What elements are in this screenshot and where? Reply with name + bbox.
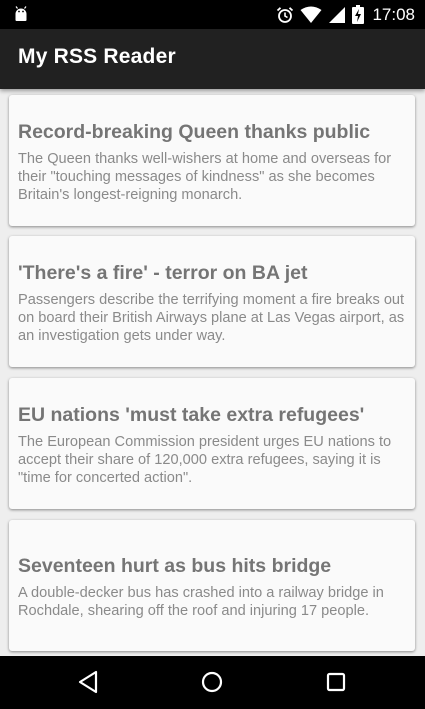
status-time: 17:08 [372, 4, 415, 24]
android-icon [15, 6, 27, 21]
wifi-icon [300, 6, 322, 23]
feed-item-title: Seventeen hurt as bus hits bridge [18, 555, 332, 577]
feed-list[interactable]: Record-breaking Queen thanks public The … [0, 89, 425, 656]
status-icons: 17:08 [276, 0, 415, 29]
feed-item-title: EU nations 'must take extra refugees' [18, 404, 365, 426]
feed-item-description: The Queen thanks well-wishers at home an… [18, 151, 392, 203]
feed-item-description: Passengers describe the terrifying momen… [18, 292, 405, 344]
feed-item[interactable]: Record-breaking Queen thanks public The … [9, 95, 415, 226]
navigation-bar [0, 656, 425, 709]
feed-item[interactable]: 'There's a fire' - terror on BA jet Pass… [9, 236, 415, 367]
home-icon[interactable] [199, 669, 225, 695]
status-bar: 17:08 [0, 0, 425, 29]
feed-item-description: The European Commission president urges … [18, 434, 392, 486]
battery-charging-icon [352, 5, 365, 24]
cell-signal-icon [329, 6, 346, 23]
app-title: My RSS Reader [18, 45, 176, 68]
feed-item-title: Record-breaking Queen thanks public [18, 121, 371, 143]
feed-item-description: A double-decker bus has crashed into a r… [18, 585, 384, 619]
feed-item-title: 'There's a fire' - terror on BA jet [18, 262, 308, 284]
feed-item[interactable]: EU nations 'must take extra refugees' Th… [9, 378, 415, 509]
recents-icon[interactable] [323, 669, 349, 695]
alarm-icon [277, 6, 294, 23]
app-bar: My RSS Reader [0, 29, 425, 89]
back-icon[interactable] [76, 669, 102, 695]
feed-item[interactable]: Seventeen hurt as bus hits bridge A doub… [9, 520, 415, 651]
